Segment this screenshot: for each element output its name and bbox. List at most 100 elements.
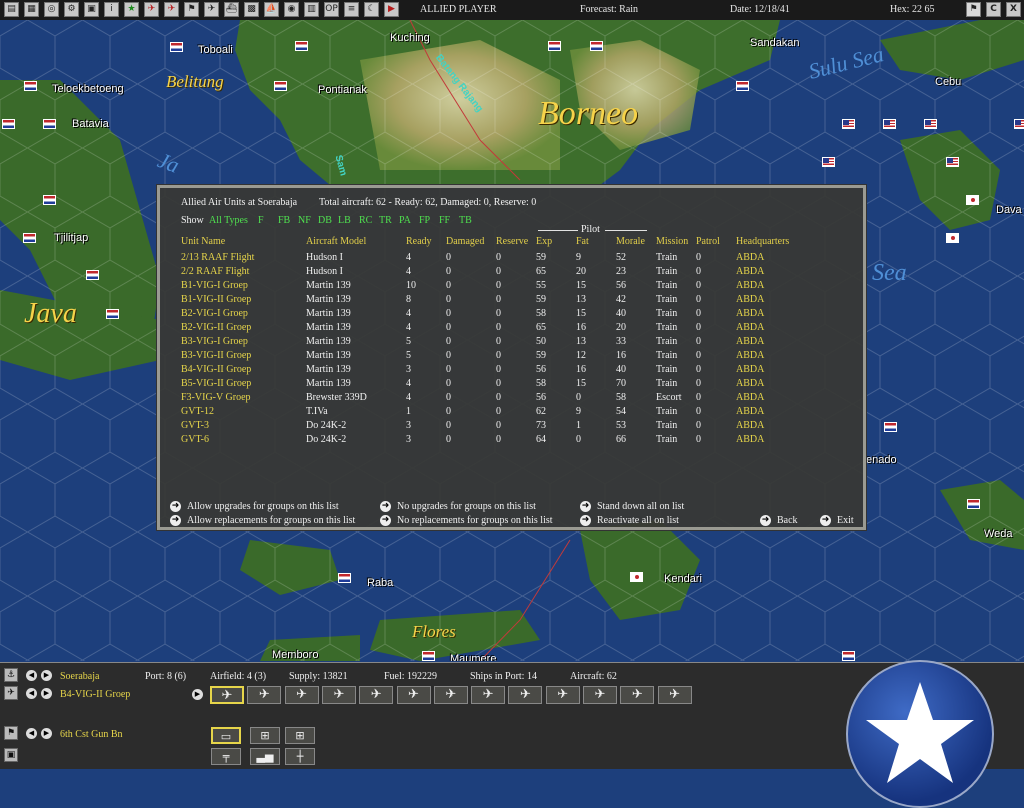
- c-button[interactable]: C: [986, 2, 1001, 17]
- next-base-icon[interactable]: ▶: [41, 670, 52, 681]
- target-icon[interactable]: ◎: [44, 2, 59, 17]
- gears-icon[interactable]: ⚙: [64, 2, 79, 17]
- cell-unit-name[interactable]: B2-VIG-II Groep: [181, 322, 251, 333]
- cell-unit-name[interactable]: B1-VIG-I Groep: [181, 280, 248, 291]
- landing-craft-icon[interactable]: ▭: [211, 727, 241, 744]
- cell-unit-name[interactable]: B4-VIG-II Groep: [181, 364, 251, 375]
- plane-red-icon[interactable]: ✈: [164, 2, 179, 17]
- airplane-icon[interactable]: ✈: [4, 686, 18, 700]
- japanese-flag-icon[interactable]: [946, 233, 959, 243]
- artillery-icon[interactable]: ╤: [211, 748, 241, 765]
- scroll-right-icon[interactable]: ▶: [192, 689, 203, 700]
- ship-icon[interactable]: ⛴: [224, 2, 239, 17]
- filter-fb[interactable]: FB: [278, 215, 290, 226]
- boat-icon[interactable]: ⛵: [264, 2, 279, 17]
- dutch-flag-icon[interactable]: [43, 119, 56, 129]
- dutch-flag-icon[interactable]: [548, 41, 561, 51]
- allow-replacements-button[interactable]: ➜ Allow replacements for groups on this l…: [170, 515, 355, 527]
- dutch-flag-icon[interactable]: [736, 81, 749, 91]
- column-header-morale[interactable]: Morale: [616, 236, 645, 247]
- aircraft-slot-icon[interactable]: ✈: [247, 686, 282, 704]
- cell-headquarters[interactable]: ABDA: [736, 434, 764, 445]
- column-header-fat[interactable]: Fat: [576, 236, 589, 247]
- chart-icon[interactable]: ▥: [304, 2, 319, 17]
- japanese-flag-icon[interactable]: [630, 572, 643, 582]
- dutch-flag-icon[interactable]: [274, 81, 287, 91]
- building-icon[interactable]: ⊞: [285, 727, 315, 744]
- plane-icon[interactable]: ✈: [204, 2, 219, 17]
- aircraft-slot-icon[interactable]: ✈: [471, 686, 506, 704]
- aircraft-slot-icon[interactable]: ✈: [508, 686, 543, 704]
- japanese-flag-icon[interactable]: [966, 195, 979, 205]
- tank-icon[interactable]: ▣: [84, 2, 99, 17]
- next-ground-unit-icon[interactable]: ▶: [41, 728, 52, 739]
- next-air-unit-icon[interactable]: ▶: [41, 688, 52, 699]
- unit-icon[interactable]: ▣: [4, 748, 18, 762]
- list-icon[interactable]: ≡: [344, 2, 359, 17]
- us-flag-icon[interactable]: [1014, 119, 1024, 129]
- column-header-headquarters[interactable]: Headquarters: [736, 236, 789, 247]
- cell-headquarters[interactable]: ABDA: [736, 294, 764, 305]
- cell-unit-name[interactable]: B5-VIG-II Groep: [181, 378, 251, 389]
- cell-headquarters[interactable]: ABDA: [736, 308, 764, 319]
- filter-f[interactable]: F: [258, 215, 264, 226]
- cell-unit-name[interactable]: GVT-3: [181, 420, 209, 431]
- us-flag-icon[interactable]: [946, 157, 959, 167]
- cell-headquarters[interactable]: ABDA: [736, 364, 764, 375]
- dutch-flag-icon[interactable]: [170, 42, 183, 52]
- filter-lb[interactable]: LB: [338, 215, 351, 226]
- filter-db[interactable]: DB: [318, 215, 332, 226]
- cell-headquarters[interactable]: ABDA: [736, 266, 764, 277]
- cell-unit-name[interactable]: GVT-6: [181, 434, 209, 445]
- dutch-flag-icon[interactable]: [43, 195, 56, 205]
- cell-unit-name[interactable]: B3-VIG-II Groep: [181, 350, 251, 361]
- column-header-mission[interactable]: Mission: [656, 236, 688, 247]
- aircraft-slot-icon[interactable]: ✈: [210, 686, 244, 704]
- dutch-flag-icon[interactable]: [884, 422, 897, 432]
- notepad-icon[interactable]: ▦: [24, 2, 39, 17]
- filter-all-types[interactable]: All Types: [209, 215, 248, 226]
- exit-button[interactable]: ➜ Exit: [820, 515, 854, 527]
- cell-headquarters[interactable]: ABDA: [736, 420, 764, 431]
- cell-headquarters[interactable]: ABDA: [736, 322, 764, 333]
- cell-headquarters[interactable]: ABDA: [736, 350, 764, 361]
- allow-upgrades-button[interactable]: ➜ Allow upgrades for groups on this list: [170, 501, 339, 513]
- aircraft-slot-icon[interactable]: ✈: [359, 686, 394, 704]
- cell-unit-name[interactable]: GVT-12: [181, 406, 214, 417]
- close-button[interactable]: X: [1006, 2, 1021, 17]
- back-button[interactable]: ➜ Back: [760, 515, 798, 527]
- us-flag-icon[interactable]: [822, 157, 835, 167]
- aircraft-slot-icon[interactable]: ✈: [657, 686, 692, 704]
- aircraft-slot-icon[interactable]: ✈: [583, 686, 617, 704]
- column-header-ready[interactable]: Ready: [406, 236, 432, 247]
- cell-headquarters[interactable]: ABDA: [736, 406, 764, 417]
- cell-headquarters[interactable]: ABDA: [736, 280, 764, 291]
- dutch-flag-icon[interactable]: [422, 651, 435, 661]
- cell-unit-name[interactable]: 2/13 RAAF Flight: [181, 252, 254, 263]
- cell-unit-name[interactable]: F3-VIG-V Groep: [181, 392, 251, 403]
- dutch-flag-icon[interactable]: [86, 270, 99, 280]
- prev-ground-unit-icon[interactable]: ◀: [26, 728, 37, 739]
- us-flag-icon[interactable]: [842, 119, 855, 129]
- cell-headquarters[interactable]: ABDA: [736, 252, 764, 263]
- dutch-flag-icon[interactable]: [23, 233, 36, 243]
- building-icon[interactable]: ⊞: [250, 727, 280, 744]
- aircraft-slot-icon[interactable]: ✈: [433, 686, 468, 704]
- dutch-flag-icon[interactable]: [967, 499, 980, 509]
- info-icon[interactable]: i: [104, 2, 119, 17]
- dutch-flag-icon[interactable]: [106, 309, 119, 319]
- us-flag-icon[interactable]: [883, 119, 896, 129]
- stand-down-button[interactable]: ➜ Stand down all on list: [580, 501, 684, 513]
- dutch-flag-icon[interactable]: [24, 81, 37, 91]
- prev-air-unit-icon[interactable]: ◀: [26, 688, 37, 699]
- moon-icon[interactable]: ☾: [364, 2, 379, 17]
- flag-icon[interactable]: ⚑: [4, 726, 18, 740]
- base-name[interactable]: Soerabaja: [60, 671, 99, 682]
- cell-unit-name[interactable]: B2-VIG-I Groep: [181, 308, 248, 319]
- filter-rc[interactable]: RC: [359, 215, 372, 226]
- cell-unit-name[interactable]: B3-VIG-I Groep: [181, 336, 248, 347]
- aircraft-slot-icon[interactable]: ✈: [620, 686, 655, 704]
- ground-unit-name[interactable]: 6th Cst Gun Bn: [60, 729, 123, 740]
- cell-headquarters[interactable]: ABDA: [736, 392, 764, 403]
- cell-unit-name[interactable]: 2/2 RAAF Flight: [181, 266, 249, 277]
